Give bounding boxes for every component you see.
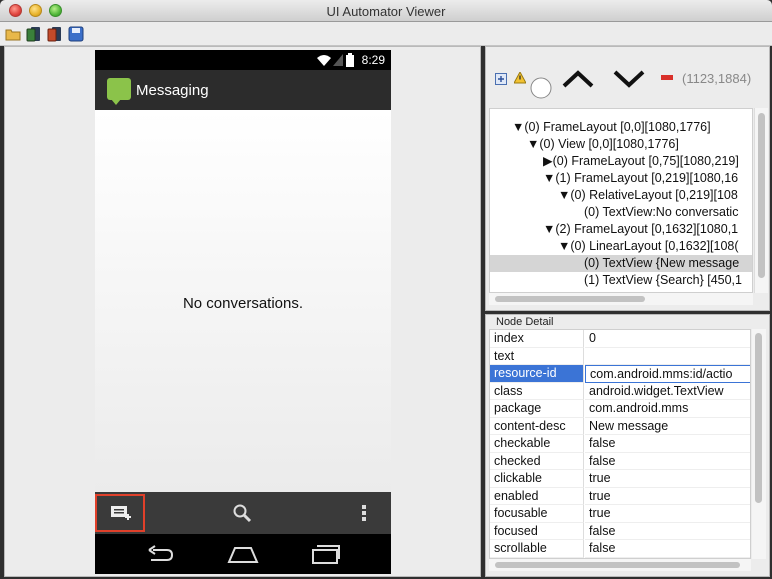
detail-hscroll-thumb[interactable] [495,562,740,568]
navigation-bar [95,534,391,574]
property-key: package [490,400,584,418]
expand-all-icon[interactable] [495,73,507,85]
table-row[interactable]: focused false [490,522,750,540]
collapse-icon[interactable] [661,75,673,81]
node-detail-table[interactable]: index 0 text resource-id com.android.mms:i… [489,329,751,559]
tree-vertical-scrollbar[interactable] [754,108,768,293]
device-screenshot-icon[interactable] [26,26,42,42]
tree-node[interactable]: ▶(0) FrameLayout [0,75][1080,219] [543,153,739,170]
property-key: checkable [490,435,584,453]
tree-node[interactable]: ▼(2) FrameLayout [0,1632][1080,1 [543,221,738,238]
table-row[interactable]: text [490,347,750,365]
table-row[interactable]: scrollable false [490,540,750,558]
new-message-icon [111,506,131,520]
property-key: resource-id [490,365,584,383]
next-node-icon[interactable] [613,69,645,89]
open-folder-icon[interactable] [5,26,21,42]
app-title: Messaging [136,82,209,99]
table-row[interactable]: class android.widget.TextView [490,382,750,400]
conversation-list: No conversations. [95,110,391,492]
wifi-icon [317,55,331,66]
property-value[interactable]: true [585,488,750,505]
cursor-coordinates: (1123,1884) [682,71,752,86]
new-message-button[interactable] [95,494,145,532]
property-key: text [490,347,584,365]
table-row-selected[interactable]: resource-id com.android.mms:id/actio [490,365,750,383]
property-key: checked [490,452,584,470]
warning-icon[interactable] [514,72,526,84]
property-value[interactable]: true [585,505,750,523]
property-value[interactable]: 0 [585,330,750,348]
tree-node[interactable]: ▼(0) FrameLayout [0,0][1080,1776] [512,119,711,136]
split-action-bar [95,492,391,534]
toolbar [0,22,772,46]
device-screenshot-compressed-icon[interactable] [47,26,63,42]
action-bar: Messaging [95,70,391,110]
node-detail-pane: Node Detail index 0 text resource-id com.a… [485,314,770,577]
search-icon[interactable] [232,503,252,523]
table-row[interactable]: clickable true [490,470,750,488]
property-key: index [490,330,584,348]
property-value[interactable]: android.widget.TextView [585,383,750,400]
table-row[interactable]: checkable false [490,435,750,453]
table-row[interactable]: focusable true [490,505,750,523]
property-key: content-desc [490,417,584,435]
property-value[interactable]: false [585,540,750,558]
property-value[interactable]: true [585,470,750,488]
tree-node-selected[interactable]: (0) TextView {New message [490,255,752,272]
hierarchy-tree[interactable]: ▼(0) FrameLayout [0,0][1080,1776] ▼(0) V… [489,108,753,293]
node-detail-title: Node Detail [496,316,554,328]
save-icon[interactable] [68,26,84,42]
tree-node[interactable]: (0) TextView:No conversatic [584,204,738,221]
empty-conversations-label: No conversations. [182,295,304,312]
recent-apps-icon[interactable] [311,543,341,565]
back-icon[interactable] [147,544,175,564]
property-value[interactable]: New message [585,418,750,435]
table-row[interactable]: checked false [490,452,750,470]
property-key: focused [490,522,584,540]
tree-toolbar: (1123,1884) [486,47,769,107]
table-row[interactable]: enabled true [490,487,750,505]
previous-node-icon[interactable] [562,69,594,89]
tree-horizontal-scrollbar[interactable] [489,293,753,305]
title-bar: UI Automator Viewer [0,0,772,22]
tree-scroll-thumb[interactable] [758,113,765,278]
table-row[interactable]: content-desc New message [490,417,750,435]
hierarchy-pane: (1123,1884) ▼(0) FrameLayout [0,0][1080,… [485,46,770,311]
property-key: class [490,382,584,400]
property-value[interactable]: false [585,523,750,540]
property-key: scrollable [490,540,584,558]
tree-node[interactable]: ▼(1) FrameLayout [0,219][1080,16 [543,170,738,187]
detail-horizontal-scrollbar[interactable] [489,559,751,571]
table-row[interactable]: index 0 [490,330,750,348]
property-value[interactable]: false [585,435,750,453]
tree-node[interactable]: (1) TextView {Search} [450,1 [584,272,742,289]
tree-node[interactable]: ▼(0) View [0,0][1080,1776] [527,136,679,153]
window-title: UI Automator Viewer [326,4,446,19]
tree-hscroll-thumb[interactable] [495,296,645,302]
detail-scroll-thumb[interactable] [755,333,762,503]
property-value[interactable]: com.android.mms:id/actio [585,365,750,383]
overflow-menu-icon[interactable] [361,503,367,523]
toggle-nav-icon[interactable] [530,77,552,99]
tree-node[interactable]: ▼(0) RelativeLayout [0,219][108 [558,187,738,204]
detail-vertical-scrollbar[interactable] [752,329,766,559]
property-key: enabled [490,487,584,505]
status-time: 8:29 [361,53,385,67]
property-value[interactable] [585,348,750,365]
signal-icon [333,54,343,66]
battery-icon [346,53,354,67]
property-key: clickable [490,470,584,488]
table-row[interactable]: package com.android.mms [490,400,750,418]
messaging-app-icon [107,78,131,105]
status-bar: 8:29 [95,50,391,70]
tree-node[interactable]: ▼(0) LinearLayout [0,1632][108( [558,238,739,255]
home-icon[interactable] [227,544,259,564]
property-value[interactable]: false [585,453,750,470]
property-value[interactable]: com.android.mms [585,400,750,418]
property-key: focusable [490,505,584,523]
device-screenshot[interactable]: 8:29 Messaging No conversations. [95,50,391,574]
